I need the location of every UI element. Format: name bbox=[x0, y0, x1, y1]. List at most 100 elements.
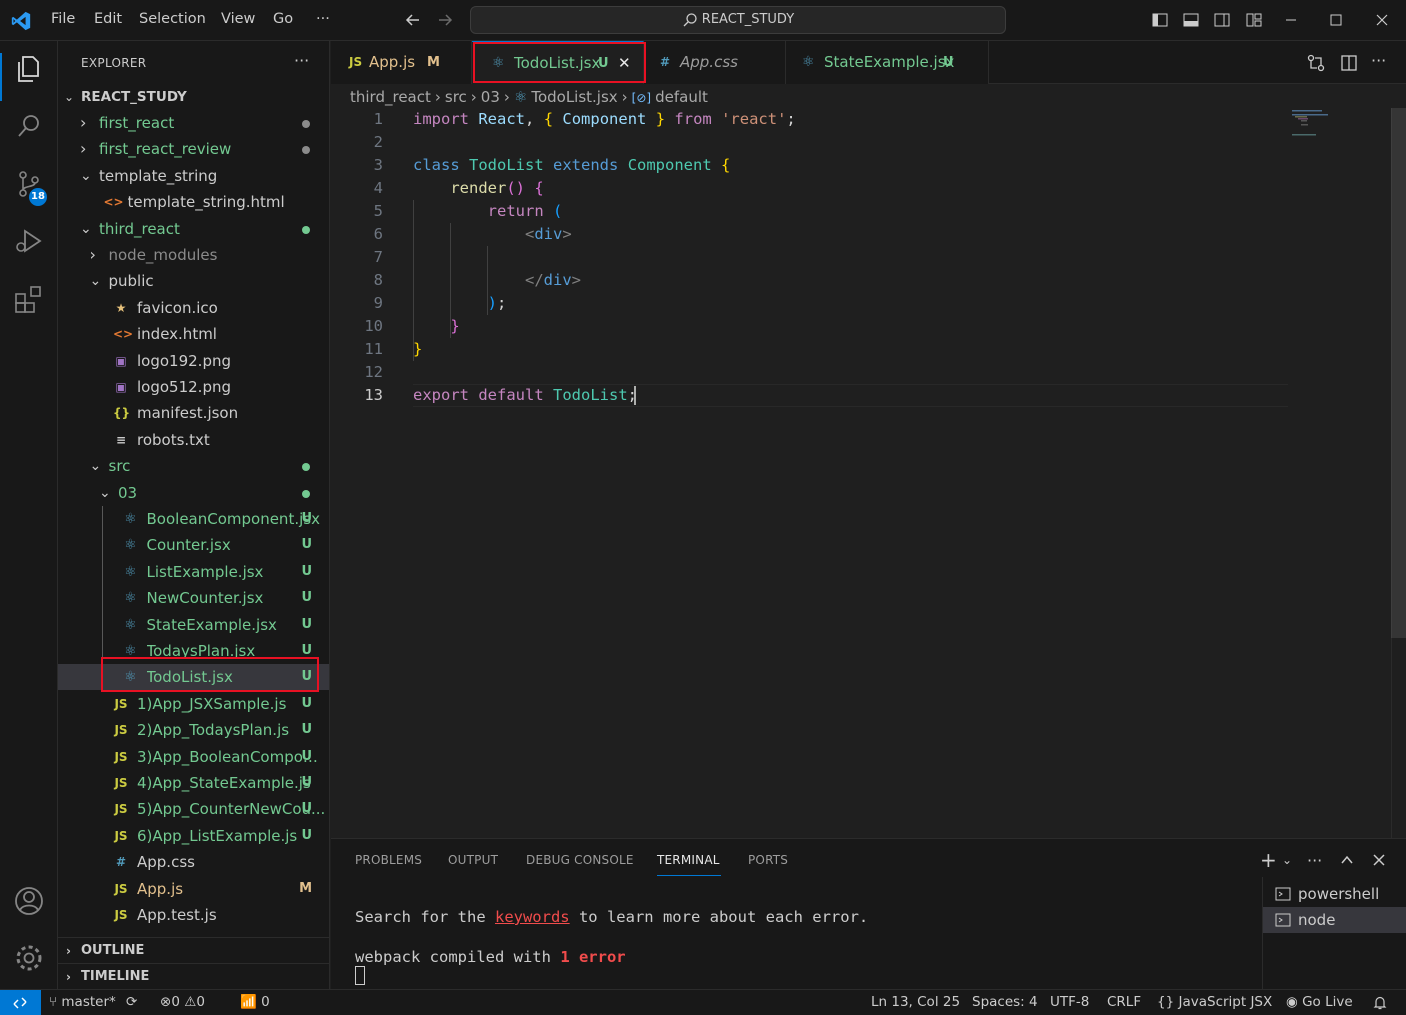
cursor-position[interactable]: Ln 13, Col 25 bbox=[871, 994, 960, 1010]
tree-folder[interactable]: ⌄ template_string bbox=[58, 163, 329, 189]
tree-folder[interactable]: ⌄ 03 bbox=[58, 480, 329, 506]
end-of-line[interactable]: CRLF bbox=[1107, 994, 1141, 1010]
tab-todolist-jsx[interactable]: ⚛ TodoList.jsx U ✕ bbox=[472, 41, 644, 84]
breadcrumb-folder[interactable]: third_react bbox=[350, 88, 431, 106]
breadcrumb-file[interactable]: TodoList.jsx bbox=[531, 88, 617, 106]
ports-status[interactable]: 📶 0 bbox=[240, 994, 270, 1010]
tree-file[interactable]: JS 2)App_TodaysPlan.js U bbox=[58, 717, 329, 743]
minimize-icon[interactable] bbox=[1282, 11, 1300, 29]
tab-debug-console[interactable]: DEBUG CONSOLE bbox=[526, 853, 634, 867]
tab-terminal[interactable]: TERMINAL bbox=[657, 853, 720, 867]
tree-file[interactable]: JS App.test.js bbox=[58, 902, 329, 928]
remote-indicator[interactable] bbox=[0, 990, 41, 1015]
split-editor-icon[interactable] bbox=[1339, 53, 1359, 73]
search-icon[interactable] bbox=[12, 109, 46, 143]
tree-folder[interactable]: ⌄ third_react bbox=[58, 216, 329, 242]
tree-file[interactable]: # App.css bbox=[58, 849, 329, 875]
customize-layout-icon[interactable] bbox=[1245, 11, 1263, 29]
go-live-button[interactable]: ◉ Go Live bbox=[1286, 994, 1353, 1010]
tree-file[interactable]: <> template_string.html bbox=[58, 189, 329, 215]
compare-changes-icon[interactable] bbox=[1306, 53, 1326, 73]
timeline-section[interactable]: › TIMELINE bbox=[58, 963, 329, 989]
tree-folder[interactable]: › first_react bbox=[58, 110, 329, 136]
tree-file[interactable]: JS 3)App_BooleanCompon... U bbox=[58, 744, 329, 770]
back-arrow-icon[interactable] bbox=[404, 11, 422, 29]
tree-file[interactable]: ⚛ NewCounter.jsx U bbox=[58, 585, 329, 611]
menu-selection[interactable]: Selection bbox=[139, 11, 206, 27]
workspace-root[interactable]: ⌄ REACT_STUDY bbox=[58, 84, 329, 110]
run-debug-icon[interactable] bbox=[12, 224, 46, 258]
tab-ports[interactable]: PORTS bbox=[748, 853, 788, 867]
tree-file[interactable]: JS App.js M bbox=[58, 876, 329, 902]
outline-section[interactable]: › OUTLINE bbox=[58, 937, 329, 963]
terminal-item-powershell[interactable]: powershell bbox=[1263, 881, 1406, 907]
menu-more[interactable]: ··· bbox=[316, 11, 330, 27]
scrollbar-thumb[interactable] bbox=[1391, 108, 1406, 638]
branch-status[interactable]: ⑂ master* bbox=[49, 994, 116, 1010]
tab-app-css[interactable]: # App.css bbox=[644, 41, 786, 84]
tree-file[interactable]: <> index.html bbox=[58, 321, 329, 347]
tree-file[interactable]: ⚛ Counter.jsx U bbox=[58, 532, 329, 558]
tree-file[interactable]: ⚛ StateExample.jsx U bbox=[58, 612, 329, 638]
maximize-panel-icon[interactable] bbox=[1339, 852, 1355, 868]
close-panel-icon[interactable] bbox=[1371, 852, 1387, 868]
forward-arrow-icon[interactable] bbox=[436, 11, 454, 29]
toggle-primary-sidebar-icon[interactable] bbox=[1151, 11, 1169, 29]
tab-app-js[interactable]: JS App.js M bbox=[331, 41, 472, 84]
tree-folder[interactable]: › first_react_review bbox=[58, 136, 329, 162]
chevron-down-icon[interactable]: ⌄ bbox=[1282, 853, 1292, 867]
indentation[interactable]: Spaces: 4 bbox=[972, 994, 1038, 1010]
explorer-more-button[interactable]: ··· bbox=[294, 51, 309, 70]
sync-icon[interactable]: ⟳ bbox=[126, 994, 137, 1010]
tab-stateexample-jsx[interactable]: ⚛ StateExample.jsx U bbox=[786, 41, 989, 84]
close-window-icon[interactable] bbox=[1373, 11, 1391, 29]
title-bar: File Edit Selection View Go ··· REACT_ST… bbox=[0, 0, 1406, 41]
tree-file[interactable]: ⚛ TodoList.jsx U bbox=[58, 664, 329, 691]
language-mode[interactable]: {} JavaScript JSX bbox=[1157, 994, 1272, 1010]
toggle-secondary-sidebar-icon[interactable] bbox=[1213, 11, 1231, 29]
tree-folder[interactable]: ⌄ public bbox=[58, 268, 329, 294]
settings-gear-icon[interactable] bbox=[12, 941, 46, 975]
notifications-bell-icon[interactable] bbox=[1372, 995, 1388, 1011]
tree-file[interactable]: ≡ robots.txt bbox=[58, 427, 329, 453]
tree-file[interactable]: JS 6)App_ListExample.js U bbox=[58, 823, 329, 849]
menu-file[interactable]: File bbox=[51, 11, 75, 27]
menu-edit[interactable]: Edit bbox=[94, 11, 122, 27]
tab-output[interactable]: OUTPUT bbox=[448, 853, 498, 867]
account-icon[interactable] bbox=[12, 884, 46, 918]
tree-folder[interactable]: ⌄ src bbox=[58, 453, 329, 479]
code-editor[interactable]: 1 import React, { Component } from 'react… bbox=[331, 108, 1391, 838]
tree-file[interactable]: ⚛ BooleanComponent.jsx U bbox=[58, 506, 329, 532]
tree-file[interactable]: ⚛ TodaysPlan.jsx U bbox=[58, 638, 329, 664]
panel-more-icon[interactable]: ··· bbox=[1307, 851, 1322, 870]
terminal-item-node[interactable]: node bbox=[1263, 907, 1406, 933]
breadcrumb-symbol[interactable]: default bbox=[655, 88, 708, 106]
tree-file[interactable]: ▣ logo512.png bbox=[58, 374, 329, 400]
explorer-icon[interactable] bbox=[12, 52, 46, 86]
tree-folder[interactable]: › node_modules bbox=[58, 242, 329, 268]
close-tab-icon[interactable]: ✕ bbox=[618, 42, 631, 85]
tree-file[interactable]: ★ favicon.ico bbox=[58, 295, 329, 321]
maximize-icon[interactable] bbox=[1327, 11, 1345, 29]
tab-problems[interactable]: PROBLEMS bbox=[355, 853, 422, 867]
tree-file[interactable]: JS 4)App_StateExample.js U bbox=[58, 770, 329, 796]
encoding[interactable]: UTF-8 bbox=[1050, 994, 1089, 1010]
minimap[interactable] bbox=[1290, 108, 1350, 148]
tree-file[interactable]: {} manifest.json bbox=[58, 400, 329, 426]
menu-go[interactable]: Go bbox=[273, 11, 293, 27]
breadcrumb-folder[interactable]: 03 bbox=[481, 88, 500, 106]
editor-more-actions-icon[interactable]: ··· bbox=[1371, 51, 1386, 70]
tree-file[interactable]: JS 5)App_CounterNewCou... U bbox=[58, 796, 329, 822]
terminal-link[interactable]: keywords bbox=[495, 908, 570, 926]
extensions-icon[interactable] bbox=[12, 282, 46, 316]
tree-file[interactable]: JS 1)App_JSXSample.js U bbox=[58, 691, 329, 717]
javascript-file-icon: JS bbox=[114, 696, 128, 711]
menu-view[interactable]: View bbox=[221, 11, 255, 27]
new-terminal-icon[interactable]: + bbox=[1260, 848, 1277, 872]
breadcrumb-folder[interactable]: src bbox=[445, 88, 467, 106]
tree-file[interactable]: ▣ logo192.png bbox=[58, 348, 329, 374]
tree-file[interactable]: ⚛ ListExample.jsx U bbox=[58, 559, 329, 585]
command-center-search[interactable]: REACT_STUDY bbox=[470, 6, 1006, 34]
toggle-panel-icon[interactable] bbox=[1182, 11, 1200, 29]
problems-status[interactable]: ⊗0 ⚠0 bbox=[160, 994, 205, 1010]
